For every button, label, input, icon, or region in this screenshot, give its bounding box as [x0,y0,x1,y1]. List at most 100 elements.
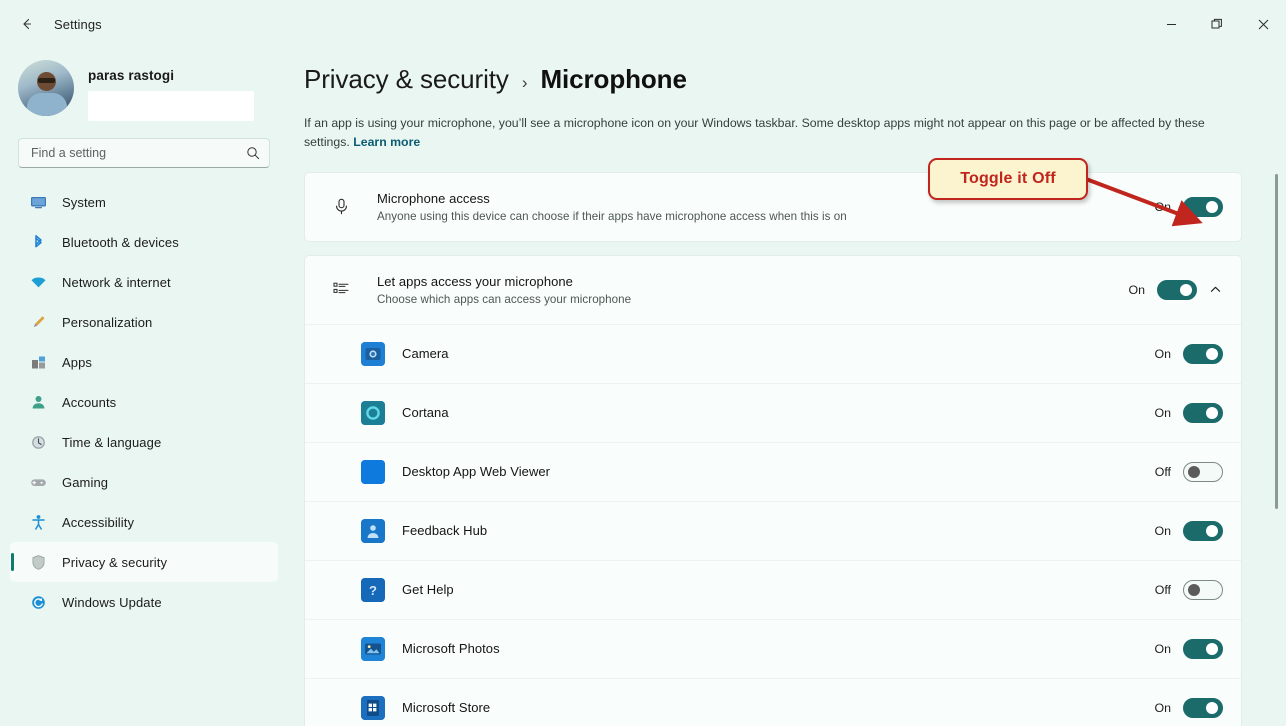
sidebar-item-apps[interactable]: Apps [10,342,278,382]
app-toggle-get-help[interactable] [1183,579,1223,600]
sidebar-item-network-internet[interactable]: Network & internet [10,262,278,302]
toggle-knob [1206,406,1218,419]
let-apps-access-state: On [1128,282,1145,297]
search-input[interactable] [31,146,246,160]
toggle-knob [1206,347,1218,360]
app-name: Camera [402,346,449,362]
sidebar-item-bluetooth-devices[interactable]: Bluetooth & devices [10,222,278,262]
let-apps-access-text: Let apps access your microphone Choose w… [377,274,1125,306]
close-icon [1258,19,1268,29]
shield-icon [28,552,48,572]
restore-icon [1211,18,1222,29]
camera-app-icon [361,341,385,366]
app-row-microsoft-store[interactable]: Microsoft Store On [305,677,1241,726]
microphone-access-row[interactable]: Microphone access Anyone using this devi… [305,173,1241,241]
let-apps-access-control: On [1125,279,1223,300]
let-apps-access-row[interactable]: Let apps access your microphone Choose w… [305,256,1241,324]
maximize-button[interactable] [1194,0,1240,48]
microphone-access-toggle[interactable] [1183,196,1223,217]
network-icon [28,272,48,292]
breadcrumb: Privacy & security › Microphone [304,48,1242,95]
toggle-knob [1206,642,1218,655]
gamepad-icon [28,472,48,492]
sidebar-item-label: System [62,194,106,210]
svg-text:?: ? [369,583,377,598]
avatar-torso [27,93,67,116]
profile-email-redacted [88,91,254,121]
microphone-icon [327,197,355,216]
app-toggle-feedback-hub[interactable] [1183,520,1223,541]
sidebar-item-label: Windows Update [62,594,162,610]
app-row-get-help[interactable]: ? Get Help Off [305,559,1241,619]
app-name: Microsoft Store [402,700,491,716]
sidebar: paras rastogi System [0,48,288,726]
learn-more-link[interactable]: Learn more [353,135,420,149]
settings-window: Settings paras rastogi Find a setting Sy… [0,0,1286,726]
app-state: Off [1154,582,1171,597]
system-icon [28,192,48,212]
let-apps-access-title: Let apps access your microphone [377,273,573,289]
app-name: Desktop App Web Viewer [402,464,551,480]
app-toggle-microsoft-photos[interactable] [1183,638,1223,659]
breadcrumb-separator: › [521,73,528,92]
search-box[interactable] [18,138,270,168]
sidebar-item-accounts[interactable]: Accounts [10,382,278,422]
app-state: On [1154,523,1171,538]
app-toggle-cortana[interactable] [1183,402,1223,423]
brush-icon [28,312,48,332]
sidebar-item-windows-update[interactable]: Windows Update [10,582,278,622]
app-row-desktop-app-web-viewer[interactable]: Desktop App Web Viewer Off [305,441,1241,501]
back-button[interactable] [10,7,44,41]
let-apps-access-subtitle: Choose which apps can access your microp… [377,292,632,306]
cortana-app-icon [361,400,385,425]
let-apps-access-card: Let apps access your microphone Choose w… [304,254,1242,726]
app-row-microsoft-photos[interactable]: Microsoft Photos On [305,618,1241,678]
app-toggle-desktop-app-web-viewer[interactable] [1183,461,1223,482]
close-button[interactable] [1240,0,1286,48]
app-name: Cortana [402,405,449,421]
sidebar-item-label: Apps [62,354,93,370]
toggle-knob [1180,283,1192,296]
sidebar-item-gaming[interactable]: Gaming [10,462,278,502]
get-help-app-icon: ? [361,577,385,602]
feedback-hub-app-icon [361,518,385,543]
annotation-callout: Toggle it Off [928,158,1088,200]
app-toggle-camera[interactable] [1183,343,1223,364]
app-row-cortana[interactable]: Cortana On [305,382,1241,442]
app-state: Off [1154,464,1171,479]
chevron-up-icon[interactable] [1209,283,1223,296]
sidebar-item-privacy-security[interactable]: Privacy & security [10,542,278,582]
content-scrollbar[interactable] [1271,104,1281,720]
microphone-access-control: On [1151,196,1223,217]
avatar-glasses [38,78,55,83]
scrollbar-thumb[interactable] [1275,174,1278,509]
app-state: On [1154,641,1171,656]
breadcrumb-parent[interactable]: Privacy & security [304,64,509,95]
sidebar-item-system[interactable]: System [10,182,278,222]
user-profile[interactable]: paras rastogi [0,50,288,126]
let-apps-access-toggle[interactable] [1157,279,1197,300]
clock-icon [28,432,48,452]
sidebar-item-time-language[interactable]: Time & language [10,422,278,462]
sidebar-item-label: Accounts [62,394,117,410]
avatar [18,60,74,116]
toggle-knob [1188,583,1200,596]
toggle-knob [1188,465,1200,478]
sidebar-item-accessibility[interactable]: Accessibility [10,502,278,542]
sidebar-item-label: Bluetooth & devices [62,234,179,250]
app-name: Feedback Hub [402,523,488,539]
app-control: Off [1151,579,1223,600]
desktop-web-viewer-app-icon [361,459,385,484]
account-icon [28,392,48,412]
app-toggle-microsoft-store[interactable] [1183,697,1223,718]
app-name: Get Help [402,582,454,598]
minimize-button[interactable] [1148,0,1194,48]
app-control: On [1151,402,1223,423]
app-row-camera[interactable]: Camera On [305,323,1241,383]
app-state: On [1154,346,1171,361]
sidebar-nav: System Bluetooth & devices Network & int… [0,182,288,622]
app-row-feedback-hub[interactable]: Feedback Hub On [305,500,1241,560]
sidebar-item-personalization[interactable]: Personalization [10,302,278,342]
bluetooth-icon [28,232,48,252]
app-state: On [1154,405,1171,420]
